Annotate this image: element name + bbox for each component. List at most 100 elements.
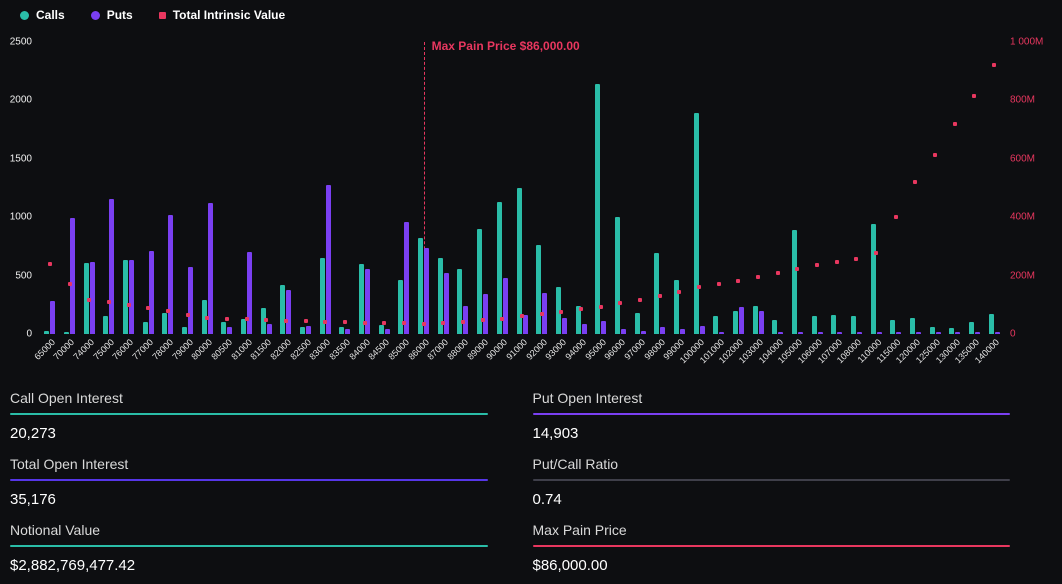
puts-bar[interactable] <box>523 315 528 334</box>
puts-bar[interactable] <box>562 318 567 334</box>
intrinsic-value-dot[interactable] <box>697 285 701 289</box>
calls-bar[interactable] <box>890 320 895 334</box>
intrinsic-value-dot[interactable] <box>618 301 622 305</box>
intrinsic-value-dot[interactable] <box>422 322 426 326</box>
calls-bar[interactable] <box>871 224 876 334</box>
legend-item-puts[interactable]: Puts <box>91 8 133 22</box>
calls-bar[interactable] <box>753 306 758 334</box>
intrinsic-value-dot[interactable] <box>225 317 229 321</box>
intrinsic-value-dot[interactable] <box>402 321 406 325</box>
intrinsic-value-dot[interactable] <box>717 282 721 286</box>
puts-bar[interactable] <box>188 267 193 334</box>
calls-bar[interactable] <box>713 316 718 334</box>
calls-bar[interactable] <box>123 260 128 334</box>
intrinsic-value-dot[interactable] <box>87 298 91 302</box>
calls-bar[interactable] <box>694 113 699 334</box>
intrinsic-value-dot[interactable] <box>146 306 150 310</box>
intrinsic-value-dot[interactable] <box>461 320 465 324</box>
puts-bar[interactable] <box>582 324 587 335</box>
calls-bar[interactable] <box>812 316 817 334</box>
intrinsic-value-dot[interactable] <box>166 309 170 313</box>
intrinsic-value-dot[interactable] <box>795 267 799 271</box>
puts-bar[interactable] <box>503 278 508 334</box>
puts-bar[interactable] <box>326 185 331 335</box>
calls-bar[interactable] <box>536 245 541 334</box>
intrinsic-value-dot[interactable] <box>107 300 111 304</box>
intrinsic-value-dot[interactable] <box>992 63 996 67</box>
intrinsic-value-dot[interactable] <box>363 321 367 325</box>
puts-bar[interactable] <box>739 307 744 334</box>
calls-bar[interactable] <box>615 217 620 334</box>
calls-bar[interactable] <box>851 316 856 334</box>
puts-bar[interactable] <box>759 311 764 334</box>
calls-bar[interactable] <box>792 230 797 334</box>
calls-bar[interactable] <box>969 322 974 334</box>
intrinsic-value-dot[interactable] <box>972 94 976 98</box>
calls-bar[interactable] <box>930 327 935 334</box>
puts-bar[interactable] <box>700 326 705 334</box>
calls-bar[interactable] <box>162 313 167 334</box>
puts-bar[interactable] <box>227 327 232 334</box>
puts-bar[interactable] <box>306 326 311 334</box>
intrinsic-value-dot[interactable] <box>815 263 819 267</box>
intrinsic-value-dot[interactable] <box>264 318 268 322</box>
puts-bar[interactable] <box>168 215 173 334</box>
puts-bar[interactable] <box>149 251 154 334</box>
intrinsic-value-dot[interactable] <box>186 313 190 317</box>
calls-bar[interactable] <box>418 238 423 334</box>
calls-bar[interactable] <box>910 318 915 334</box>
puts-bar[interactable] <box>404 222 409 334</box>
calls-bar[interactable] <box>595 84 600 334</box>
calls-bar[interactable] <box>182 327 187 334</box>
intrinsic-value-dot[interactable] <box>835 260 839 264</box>
puts-bar[interactable] <box>660 327 665 334</box>
puts-bar[interactable] <box>109 199 114 334</box>
calls-bar[interactable] <box>635 313 640 334</box>
puts-bar[interactable] <box>483 294 488 334</box>
puts-bar[interactable] <box>247 252 252 334</box>
intrinsic-value-dot[interactable] <box>68 282 72 286</box>
intrinsic-value-dot[interactable] <box>245 317 249 321</box>
calls-bar[interactable] <box>674 280 679 334</box>
intrinsic-value-dot[interactable] <box>677 290 681 294</box>
intrinsic-value-dot[interactable] <box>500 317 504 321</box>
calls-bar[interactable] <box>517 188 522 334</box>
intrinsic-value-dot[interactable] <box>913 180 917 184</box>
puts-bar[interactable] <box>129 260 134 334</box>
calls-bar[interactable] <box>221 322 226 334</box>
intrinsic-value-dot[interactable] <box>205 316 209 320</box>
intrinsic-value-dot[interactable] <box>953 122 957 126</box>
puts-bar[interactable] <box>208 203 213 334</box>
plot-area[interactable]: Max Pain Price $86,000.00 <box>40 42 1004 334</box>
intrinsic-value-dot[interactable] <box>736 279 740 283</box>
intrinsic-value-dot[interactable] <box>894 215 898 219</box>
puts-bar[interactable] <box>70 218 75 334</box>
puts-bar[interactable] <box>267 324 272 335</box>
legend-item-intrinsic[interactable]: Total Intrinsic Value <box>159 8 285 22</box>
intrinsic-value-dot[interactable] <box>658 294 662 298</box>
intrinsic-value-dot[interactable] <box>48 262 52 266</box>
calls-bar[interactable] <box>831 315 836 334</box>
calls-bar[interactable] <box>339 327 344 334</box>
intrinsic-value-dot[interactable] <box>304 319 308 323</box>
intrinsic-value-dot[interactable] <box>559 310 563 314</box>
calls-bar[interactable] <box>989 314 994 334</box>
calls-bar[interactable] <box>143 322 148 334</box>
puts-bar[interactable] <box>601 321 606 334</box>
intrinsic-value-dot[interactable] <box>441 321 445 325</box>
intrinsic-value-dot[interactable] <box>382 321 386 325</box>
intrinsic-value-dot[interactable] <box>933 153 937 157</box>
calls-bar[interactable] <box>398 280 403 334</box>
calls-bar[interactable] <box>497 202 502 334</box>
calls-bar[interactable] <box>241 319 246 334</box>
intrinsic-value-dot[interactable] <box>127 303 131 307</box>
calls-bar[interactable] <box>379 325 384 334</box>
calls-bar[interactable] <box>280 285 285 334</box>
intrinsic-value-dot[interactable] <box>481 318 485 322</box>
calls-bar[interactable] <box>103 316 108 334</box>
intrinsic-value-dot[interactable] <box>599 305 603 309</box>
intrinsic-value-dot[interactable] <box>638 298 642 302</box>
puts-bar[interactable] <box>50 301 55 334</box>
puts-bar[interactable] <box>444 273 449 334</box>
intrinsic-value-dot[interactable] <box>343 320 347 324</box>
